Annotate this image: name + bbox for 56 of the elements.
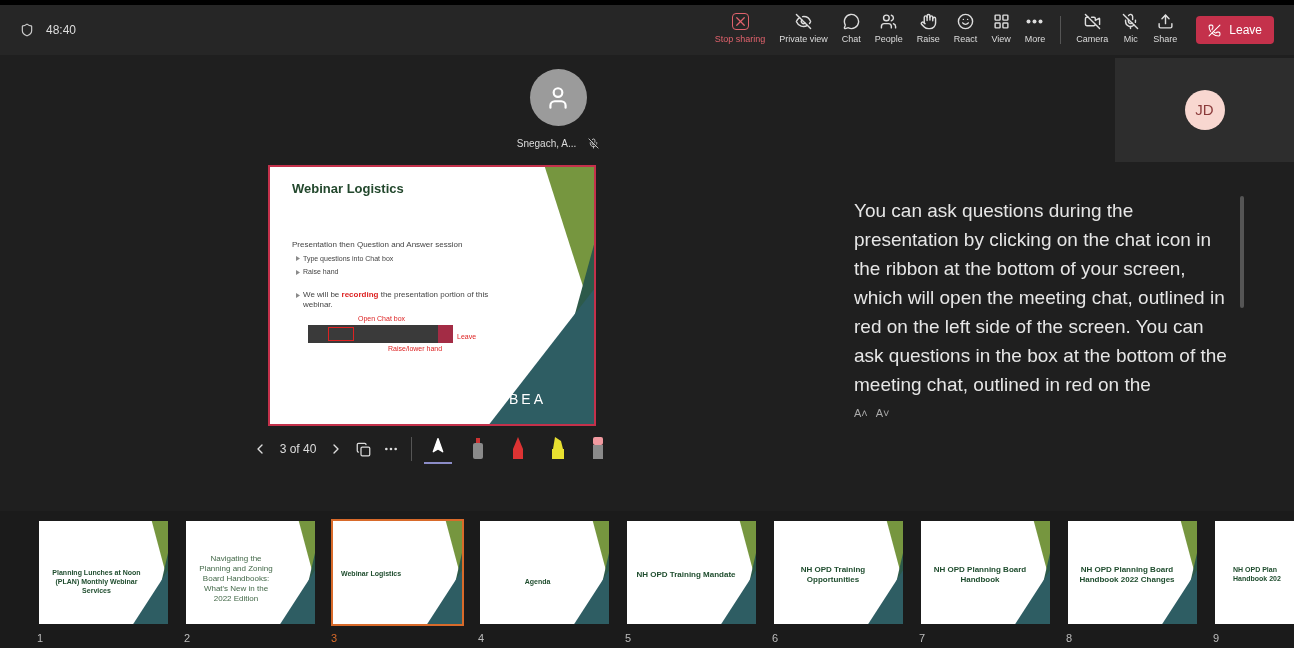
- toolbar-button[interactable]: View: [984, 13, 1018, 47]
- slide-heading: Presentation then Question and Answer session: [292, 238, 464, 251]
- slide-number: 4: [478, 631, 486, 646]
- slide-title: Webinar Logistics: [292, 180, 405, 198]
- toolbar-button[interactable]: Camera: [1069, 13, 1116, 47]
- slide-thumbnail[interactable]: NH OPD Planning Board Handbook 2022 Changes: [1066, 519, 1199, 626]
- people-icon: [880, 13, 898, 31]
- smiley-icon: [957, 13, 975, 31]
- slide-thumbnail[interactable]: NH OPD Training Opportunities: [772, 519, 905, 626]
- share-icon: [1156, 13, 1174, 31]
- slide-number: 5: [625, 631, 633, 646]
- slide-number: 1: [37, 631, 45, 646]
- toolbar-button[interactable]: Raise: [909, 13, 947, 47]
- shield-icon: [20, 23, 34, 37]
- leave-button[interactable]: Leave: [1196, 16, 1274, 44]
- toolbar-button[interactable]: Mic: [1115, 13, 1147, 47]
- hang-up-icon: [1208, 23, 1222, 37]
- slide-number: 3: [331, 631, 339, 646]
- slides-icon[interactable]: [356, 441, 372, 457]
- toolbar-button[interactable]: People: [867, 13, 910, 47]
- slide-thumbnail[interactable]: NH OPD Planning Board Handbook: [919, 519, 1052, 626]
- grid-icon: [992, 13, 1010, 31]
- slide-number: 2: [184, 631, 192, 646]
- more-icon: [1026, 19, 1044, 25]
- slide-thumbnail[interactable]: NH OPD Training Mandate: [625, 519, 758, 626]
- toolbar-button[interactable]: More: [1017, 13, 1053, 47]
- bullet-icon: [296, 292, 300, 298]
- meeting-timer: 48:40: [46, 22, 77, 39]
- slide-position: 3 of 40: [279, 441, 317, 458]
- chat-icon: [842, 13, 860, 31]
- toolbar-button[interactable]: Share: [1146, 13, 1185, 47]
- slide-number: 6: [772, 631, 780, 646]
- presenter-name: Snegach, A...: [516, 137, 577, 151]
- close-icon: [731, 13, 749, 31]
- pen-icon: [471, 437, 486, 459]
- text-size-button[interactable]: A˅: [875, 405, 890, 422]
- toolbar-button[interactable]: Private view: [772, 13, 835, 47]
- slide-logo: BEA: [509, 390, 546, 409]
- eraser-icon: [591, 437, 606, 459]
- text-size-button[interactable]: A˄: [854, 405, 868, 422]
- toolbar-button[interactable]: Chat: [834, 13, 868, 47]
- toolbar-button[interactable]: Stop sharing: [707, 13, 773, 47]
- bullet-icon: [296, 269, 300, 275]
- live-captions: You can ask questions during the presentation by clicking on the chat icon in the ribbon at the bottom of your screen, which will open the meeting chat, outlined in red on the left side of the screen. You can ask questions in the box at the bottom of the meeting chat, outlined in red on the: [854, 199, 1228, 397]
- slide-number: 7: [919, 631, 927, 646]
- hand-icon: [919, 13, 937, 31]
- marker-icon: [511, 437, 526, 459]
- slide-thumbnail[interactable]: Navigating the Planning and Zoning Board Handbooks: What's New in the 2022 Edition: [184, 519, 317, 626]
- bullet-icon: [296, 256, 300, 262]
- slide-number: 9: [1213, 631, 1221, 646]
- slide-number: 8: [1066, 631, 1074, 646]
- participant-initials: JD: [1184, 90, 1225, 130]
- slide-note: We will be recording the presentation portion of this webinar.: [303, 289, 490, 310]
- highlighter-icon: [550, 437, 567, 459]
- toolbar-button[interactable]: React: [946, 13, 985, 47]
- eye-off-icon: [795, 13, 813, 31]
